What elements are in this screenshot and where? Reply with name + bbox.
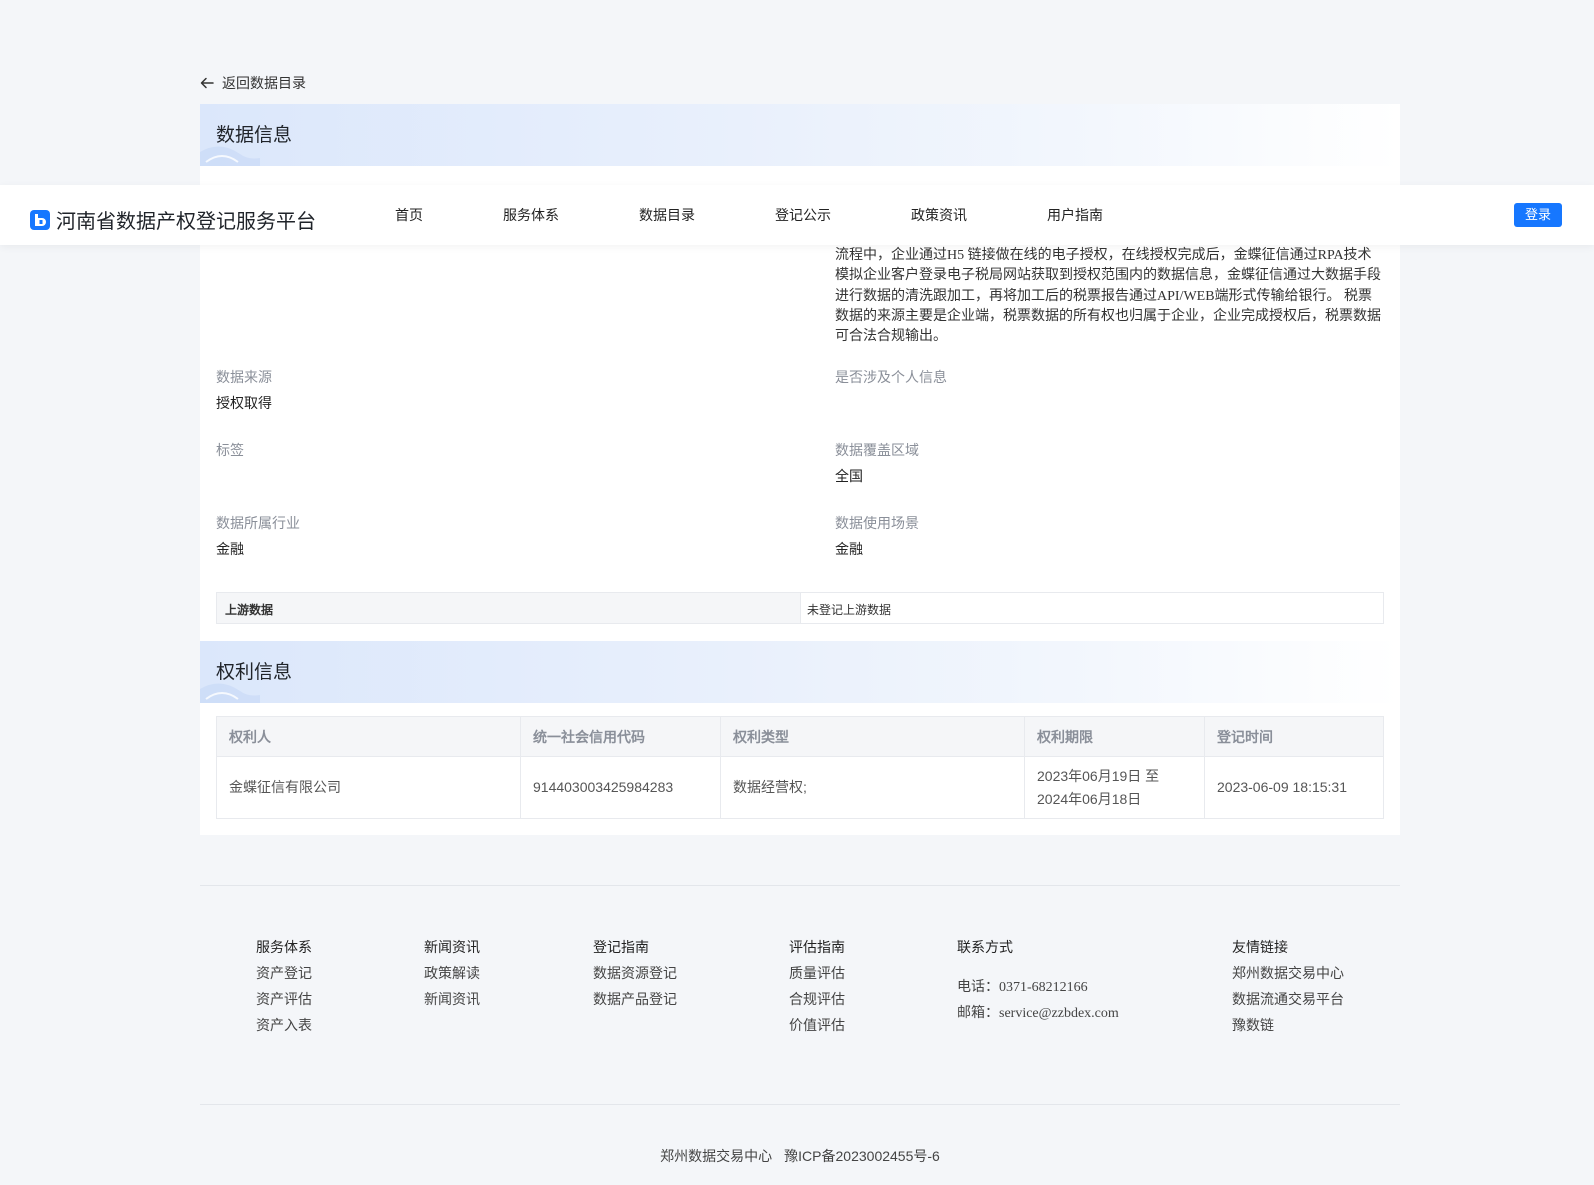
field-label: 标签 xyxy=(216,442,244,458)
description-line: 进行数据的清洗跟加工，再将加工后的税票报告通过API/WEB端形式传输给银行。 … xyxy=(835,288,1373,304)
section-title-data-info: 数据信息 xyxy=(216,125,293,146)
platform-logo-icon xyxy=(30,209,50,230)
footer-divider xyxy=(200,885,1400,886)
rights-table: 权利人 统一社会信用代码 权利类型 权利期限 登记时间 金蝶征信有限公司 914… xyxy=(216,716,1384,819)
footer-heading: 评估指南 xyxy=(789,939,845,955)
footer-link[interactable]: 质量评估 xyxy=(789,963,845,983)
footer-link[interactable]: 价值评估 xyxy=(789,1015,845,1035)
field-label: 是否涉及个人信息 xyxy=(835,369,947,385)
upstream-value: 未登记上游数据 xyxy=(807,603,892,617)
table-header-row: 权利人 统一社会信用代码 权利类型 权利期限 登记时间 xyxy=(216,716,1384,757)
field-personal-info: 是否涉及个人信息 xyxy=(835,367,1395,393)
nav-item-services[interactable]: 服务体系 xyxy=(503,185,559,245)
footer-link[interactable]: 数据流通交易平台 xyxy=(1232,989,1344,1009)
footer-link[interactable]: 资产评估 xyxy=(256,989,312,1009)
column-header: 统一社会信用代码 xyxy=(520,716,721,757)
field-value: 全国 xyxy=(835,468,863,484)
right-period-cell: 2023年06月19日 至 2024年06月18日 xyxy=(1024,756,1205,819)
email-value: service@zzbdex.com xyxy=(999,1006,1119,1021)
field-label: 数据使用场景 xyxy=(835,515,919,531)
back-to-catalog-link[interactable]: 返回数据目录 xyxy=(200,72,306,94)
nav-item-user-guide[interactable]: 用户指南 xyxy=(1047,185,1103,245)
field-data-source: 数据来源 授权取得 xyxy=(216,367,776,413)
data-description: 流程中，企业通过H5 链接做在线的电子授权，在线授权完成后，金蝶征信通过RPA技… xyxy=(835,246,1385,347)
footer-copyright: 郑州数据交易中心 豫ICP备2023002455号-6 xyxy=(0,1146,1594,1166)
footer-heading: 友情链接 xyxy=(1232,939,1288,955)
footer-heading: 登记指南 xyxy=(593,939,649,955)
field-coverage: 数据覆盖区域 全国 xyxy=(835,440,1395,486)
field-industry: 数据所属行业 金融 xyxy=(216,513,776,559)
column-header: 登记时间 xyxy=(1204,716,1384,757)
field-value: 授权取得 xyxy=(216,395,272,411)
footer-link[interactable]: 豫数链 xyxy=(1232,1015,1344,1035)
field-tags: 标签 xyxy=(216,440,776,466)
arrow-left-icon xyxy=(200,77,214,89)
description-line: 流程中，企业通过H5 链接做在线的电子授权，在线授权完成后，金蝶征信通过RPA技… xyxy=(835,248,1372,263)
footer-col-services: 服务体系 资产登记 资产评估 资产入表 xyxy=(256,937,312,1035)
field-value: 金融 xyxy=(216,541,244,557)
nav-item-registration-notice[interactable]: 登记公示 xyxy=(775,185,831,245)
login-button[interactable]: 登录 xyxy=(1514,203,1562,227)
field-label: 数据所属行业 xyxy=(216,515,300,531)
footer-divider xyxy=(200,1104,1400,1105)
upstream-data-row: 上游数据 未登记上游数据 xyxy=(216,592,1384,624)
table-row: 金蝶征信有限公司 914403003425984283 数据经营权; 2023年… xyxy=(216,756,1384,819)
contact-phone: 电话：0371-68212166 xyxy=(957,976,1119,996)
footer-link[interactable]: 政策解读 xyxy=(424,963,480,983)
footer-heading: 联系方式 xyxy=(957,939,1013,955)
footer-link[interactable]: 数据资源登记 xyxy=(593,963,677,983)
email-label: 邮箱： xyxy=(957,1004,999,1020)
footer-col-news: 新闻资讯 政策解读 新闻资讯 xyxy=(424,937,480,1009)
nav-item-policy-news[interactable]: 政策资讯 xyxy=(911,185,967,245)
footer-link[interactable]: 郑州数据交易中心 xyxy=(1232,963,1344,983)
column-header: 权利期限 xyxy=(1024,716,1205,757)
top-navbar: 河南省数据产权登记服务平台 首页 服务体系 数据目录 登记公示 政策资讯 用户指… xyxy=(0,185,1594,245)
contact-email: 邮箱：service@zzbdex.com xyxy=(957,1002,1119,1022)
period-start: 2023年06月19日 至 xyxy=(1037,767,1160,784)
right-type-cell: 数据经营权; xyxy=(720,756,1025,819)
period-end: 2024年06月18日 xyxy=(1037,790,1142,807)
field-value: 金融 xyxy=(835,541,863,557)
footer-col-register-guide: 登记指南 数据资源登记 数据产品登记 xyxy=(593,937,677,1009)
site-logo[interactable]: 河南省数据产权登记服务平台 xyxy=(30,205,316,234)
rights-holder-cell: 金蝶征信有限公司 xyxy=(216,756,521,819)
rights-info-header: 权利信息 xyxy=(200,641,1400,703)
section-title-rights-info: 权利信息 xyxy=(216,662,293,683)
phone-label: 电话： xyxy=(957,978,999,994)
description-line: 可合法合规输出。 xyxy=(835,329,947,345)
footer-link[interactable]: 数据产品登记 xyxy=(593,989,677,1009)
footer-link[interactable]: 资产入表 xyxy=(256,1015,312,1035)
icp-record-link[interactable]: 豫ICP备2023002455号-6 xyxy=(784,1148,940,1164)
credit-code-cell: 914403003425984283 xyxy=(520,756,721,819)
description-line: 数据的来源主要是企业端，税票数据的所有权也归属于企业，企业完成授权后，税票数据 xyxy=(835,308,1381,324)
footer-link[interactable]: 新闻资讯 xyxy=(424,989,480,1009)
registered-time-cell: 2023-06-09 18:15:31 xyxy=(1204,756,1384,819)
column-header: 权利类型 xyxy=(720,716,1025,757)
back-label: 返回数据目录 xyxy=(222,75,306,91)
footer-col-evaluate-guide: 评估指南 质量评估 合规评估 价值评估 xyxy=(789,937,845,1035)
footer-link[interactable]: 合规评估 xyxy=(789,989,845,1009)
phone-value: 0371-68212166 xyxy=(999,980,1088,995)
site-title: 河南省数据产权登记服务平台 xyxy=(56,211,316,233)
field-scenario: 数据使用场景 金融 xyxy=(835,513,1395,559)
field-label: 数据来源 xyxy=(216,369,272,385)
footer-link[interactable]: 资产登记 xyxy=(256,963,312,983)
footer-heading: 服务体系 xyxy=(256,939,312,955)
footer-col-contact: 联系方式 电话：0371-68212166 邮箱：service@zzbdex.… xyxy=(957,937,1119,1022)
nav-item-data-catalog[interactable]: 数据目录 xyxy=(639,185,695,245)
description-line: 模拟企业客户登录电子税局网站获取到授权范围内的数据信息，金蝶征信通过大数据手段 xyxy=(835,268,1381,284)
upstream-label: 上游数据 xyxy=(217,593,801,623)
footer-heading: 新闻资讯 xyxy=(424,939,480,955)
field-label: 数据覆盖区域 xyxy=(835,442,919,458)
footer-col-links: 友情链接 郑州数据交易中心 数据流通交易平台 豫数链 xyxy=(1232,937,1344,1035)
nav-item-home[interactable]: 首页 xyxy=(395,185,423,245)
footer-org: 郑州数据交易中心 xyxy=(660,1148,773,1164)
column-header: 权利人 xyxy=(216,716,521,757)
data-info-header: 数据信息 xyxy=(200,104,1400,166)
